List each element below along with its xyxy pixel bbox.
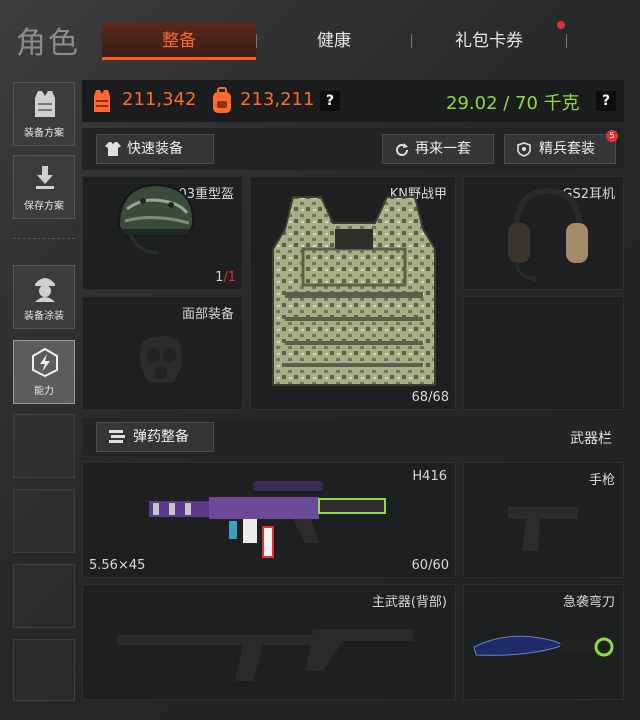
face-label: 面部装备 (181, 307, 234, 322)
sidebar-item-label: 装备方案 (24, 128, 64, 139)
sidebar-item-loadout[interactable]: 装备方案 (13, 82, 75, 146)
action-bar: 快速装备 再来一套 精兵套装 5 (82, 128, 624, 170)
refresh-icon (396, 143, 408, 156)
helmet-slot[interactable]: 303重型盔 1/1 (82, 176, 243, 290)
rifle-icon (149, 481, 386, 558)
pistol-slot[interactable]: 手枪 (463, 462, 624, 578)
sidebar-empty-slot (13, 639, 75, 701)
sidebar-item-label: 装备涂装 (24, 311, 64, 322)
download-icon (36, 166, 54, 189)
primary-weapon-slot[interactable]: H416 5.56×45 60/60 (82, 462, 456, 578)
shirt-icon (105, 142, 121, 156)
helmet-icon (117, 183, 195, 255)
tab-health[interactable]: 健康 (257, 22, 411, 60)
face-slot[interactable]: 面部装备 (82, 296, 243, 410)
sidebar-divider (13, 238, 75, 240)
vest-icon (35, 91, 55, 117)
weight-value: 29.02 / 70 千克 (446, 93, 580, 114)
melee-slot[interactable]: 急袭弯刀 (463, 584, 624, 700)
soldier-icon (35, 278, 55, 302)
weapon-name: H416 (412, 469, 447, 484)
ammo-icon (109, 430, 125, 443)
weight-help-icon[interactable]: ? (596, 91, 616, 111)
sidebar-item-ability[interactable]: 能力 (13, 340, 75, 404)
gas-mask-icon (140, 336, 182, 383)
helmet-count: 1/1 (215, 270, 236, 285)
quick-equip-button[interactable]: 快速装备 (96, 134, 214, 164)
stats-bar: 211,342 213,211 ? 29.02 / 70 千克 ? (82, 80, 624, 122)
headset-icon (508, 187, 588, 282)
armor-vest-icon (272, 196, 436, 386)
ammo-button-label: 弹药整备 (133, 429, 189, 445)
sidebar-empty-slot (13, 414, 75, 478)
weapon-section-label: 武器栏 (570, 431, 612, 447)
rifle-silhouette-icon (117, 629, 413, 681)
notification-dot (557, 21, 565, 29)
karambit-icon (473, 635, 614, 657)
sidebar-empty-slot (13, 489, 75, 553)
help-icon[interactable]: ? (320, 91, 340, 111)
elite-set-label: 精兵套装 (539, 141, 595, 157)
pistol-icon (508, 507, 578, 551)
equip-again-label: 再来一套 (415, 141, 471, 157)
elite-badge: 5 (606, 130, 618, 142)
backpack-value: 213,211 (240, 89, 315, 110)
melee-label: 急袭弯刀 (562, 595, 615, 610)
equip-again-button[interactable]: 再来一套 (382, 134, 494, 164)
sidebar-item-label: 保存方案 (24, 201, 64, 212)
vest-icon (94, 90, 110, 112)
sidebar-item-save[interactable]: 保存方案 (13, 155, 75, 219)
tab-bar: 整备 健康 礼包卡券 (102, 22, 612, 60)
weapons-bar: 弹药整备 武器栏 (82, 418, 624, 456)
tab-divider (566, 34, 567, 48)
empty-gear-slot (463, 296, 624, 410)
quick-equip-label: 快速装备 (127, 141, 183, 157)
helmet-count-max: /1 (223, 270, 236, 285)
sidebar-empty-slot (13, 564, 75, 628)
tab-gifts[interactable]: 礼包卡券 (412, 22, 566, 60)
lightning-icon (32, 347, 58, 377)
armor-durability: 68/68 (411, 390, 449, 405)
backpack-icon (213, 87, 231, 113)
back-weapon-label: 主武器(背部) (371, 595, 447, 610)
tab-equip[interactable]: 整备 (102, 22, 256, 60)
weapon-ammo: 60/60 (411, 558, 449, 573)
armor-value: 211,342 (122, 89, 197, 110)
pistol-label: 手枪 (588, 473, 615, 488)
headset-slot[interactable]: GS2耳机 (463, 176, 624, 290)
sidebar-item-skin[interactable]: 装备涂装 (13, 265, 75, 329)
ammo-button[interactable]: 弹药整备 (96, 422, 214, 452)
armor-slot[interactable]: KN野战甲 68/68 (250, 176, 456, 410)
elite-set-button[interactable]: 精兵套装 (504, 134, 616, 164)
sidebar-item-label: 能力 (34, 386, 54, 397)
weapon-caliber: 5.56×45 (89, 558, 146, 573)
back-weapon-slot[interactable]: 主武器(背部) (82, 584, 456, 700)
shield-icon (517, 142, 531, 157)
page-title: 角色 (16, 26, 80, 61)
